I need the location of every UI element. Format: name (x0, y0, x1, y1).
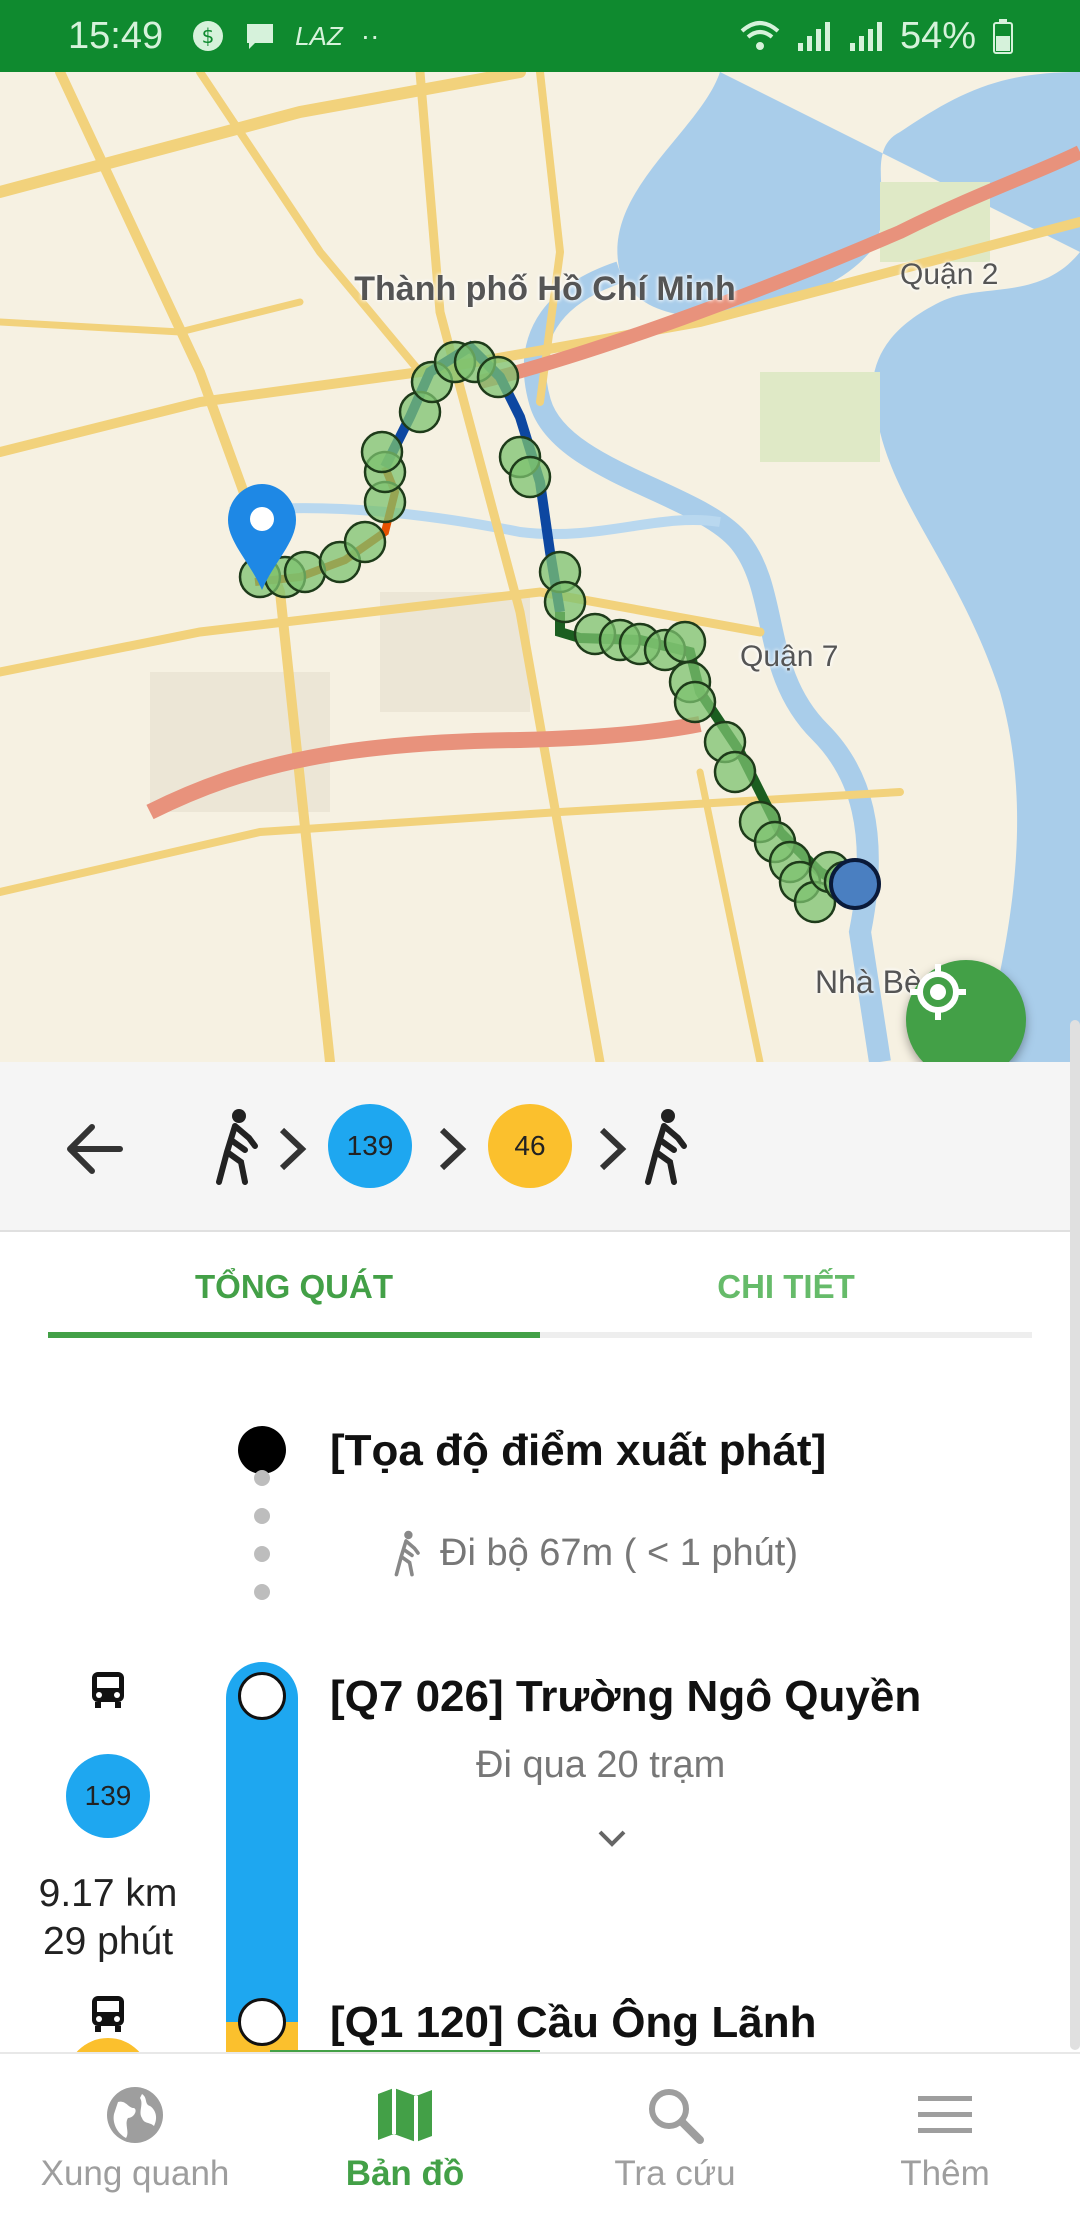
tab-detail[interactable]: CHI TIẾT (540, 1232, 1032, 1342)
nav-nearby[interactable]: Xung quanh (0, 2054, 270, 2222)
battery-icon (993, 19, 1013, 54)
map-label-district7: Quận 7 (740, 640, 839, 673)
map-label-district2: Quận 2 (900, 258, 999, 291)
bus-46-badge[interactable] (66, 2038, 150, 2052)
menu-icon (918, 2096, 972, 2133)
passes-stops: Đi qua 20 trạm (476, 1744, 726, 1786)
route-timeline: [Tọa độ điểm xuất phát] Đi bộ 67m ( < 1 … (0, 1342, 1080, 2052)
walk-icon (216, 1109, 258, 1185)
bus-icon (92, 1672, 124, 1708)
status-time: 15:49 (68, 14, 164, 57)
notification-icons: $ LAZ ·· (191, 19, 379, 53)
stop-marker (238, 1998, 286, 2046)
app-notification-icon: $ (193, 21, 224, 51)
nav-more[interactable]: Thêm (810, 2054, 1080, 2222)
route-map[interactable]: Thành phố Hồ Chí Minh Quận 2 Quận 7 Nhà … (0, 72, 1080, 1062)
back-arrow-icon[interactable] (60, 1114, 130, 1184)
chevron-right-icon (439, 1127, 467, 1171)
bottom-navigation: Xung quanh Bản đồ Tra cứu Thêm (0, 2052, 1080, 2220)
nav-search-label: Tra cứu (614, 2154, 736, 2193)
tab-bar: TỔNG QUÁT CHI TIẾT (0, 1232, 1080, 1342)
scrollbar[interactable] (1070, 1020, 1080, 2050)
map-label-city: Thành phố Hồ Chí Minh (354, 270, 736, 308)
message-icon (247, 24, 274, 49)
bus-139-duration: 29 phút (42, 1920, 174, 1963)
nav-more-label: Thêm (900, 2154, 990, 2193)
walk-info: Đi bộ 67m ( < 1 phút) (440, 1532, 799, 1574)
carrier-text: LAZ (295, 20, 343, 51)
route-summary-bar: 139 46 (0, 1062, 1080, 1232)
nav-nearby-label: Xung quanh (40, 2154, 230, 2193)
battery-percent: 54% (899, 14, 976, 57)
park-area (760, 372, 880, 462)
signal-icon-2 (849, 22, 882, 51)
walk-dot (254, 1546, 270, 1562)
walk-icon (645, 1109, 687, 1185)
tab-active-indicator (48, 1332, 540, 1338)
chevron-right-icon (599, 1127, 627, 1171)
chevron-down-icon[interactable] (594, 1826, 630, 1850)
bus-139-badge[interactable]: 139 (66, 1754, 150, 1838)
bus-139-badge[interactable]: 139 (328, 1104, 412, 1188)
bus-46-badge[interactable]: 46 (488, 1104, 572, 1188)
walk-dot (254, 1470, 270, 1486)
destination-marker (829, 858, 881, 910)
map-icon (378, 2088, 432, 2142)
wifi-icon (740, 21, 780, 50)
start-point-dot (238, 1426, 286, 1474)
walk-dot (254, 1508, 270, 1524)
bus-icon (92, 1996, 124, 2032)
svg-text:$: $ (202, 24, 215, 48)
nav-search[interactable]: Tra cứu (540, 2054, 810, 2222)
walk-icon (394, 1530, 420, 1577)
more-notifications-icon: ·· (360, 20, 380, 51)
globe-icon (107, 2087, 163, 2143)
stop-2-title[interactable]: [Q1 120] Cầu Ông Lãnh (330, 1998, 817, 2048)
tab-overview[interactable]: TỔNG QUÁT (48, 1232, 540, 1342)
start-point-title: [Tọa độ điểm xuất phát] (330, 1426, 827, 1475)
walk-dot (254, 1584, 270, 1600)
crosshair-icon (910, 964, 966, 1020)
stop-1-title[interactable]: [Q7 026] Trường Ngô Quyền (330, 1672, 921, 1722)
bus-139-line (226, 1662, 298, 2052)
canal (229, 503, 721, 540)
map-canvas[interactable] (0, 72, 1080, 1062)
stop-marker (238, 1672, 286, 1720)
bus-139-distance: 9.17 km (38, 1872, 178, 1915)
nav-map-label: Bản đồ (345, 2154, 465, 2193)
chevron-right-icon (279, 1127, 307, 1171)
search-icon (649, 2089, 704, 2144)
signal-icon (797, 22, 830, 51)
status-bar: 15:49 $ LAZ ·· 54% (0, 0, 1080, 72)
river (617, 72, 1080, 1062)
status-right: 54% (740, 15, 1014, 58)
nav-map[interactable]: Bản đồ (270, 2054, 540, 2222)
